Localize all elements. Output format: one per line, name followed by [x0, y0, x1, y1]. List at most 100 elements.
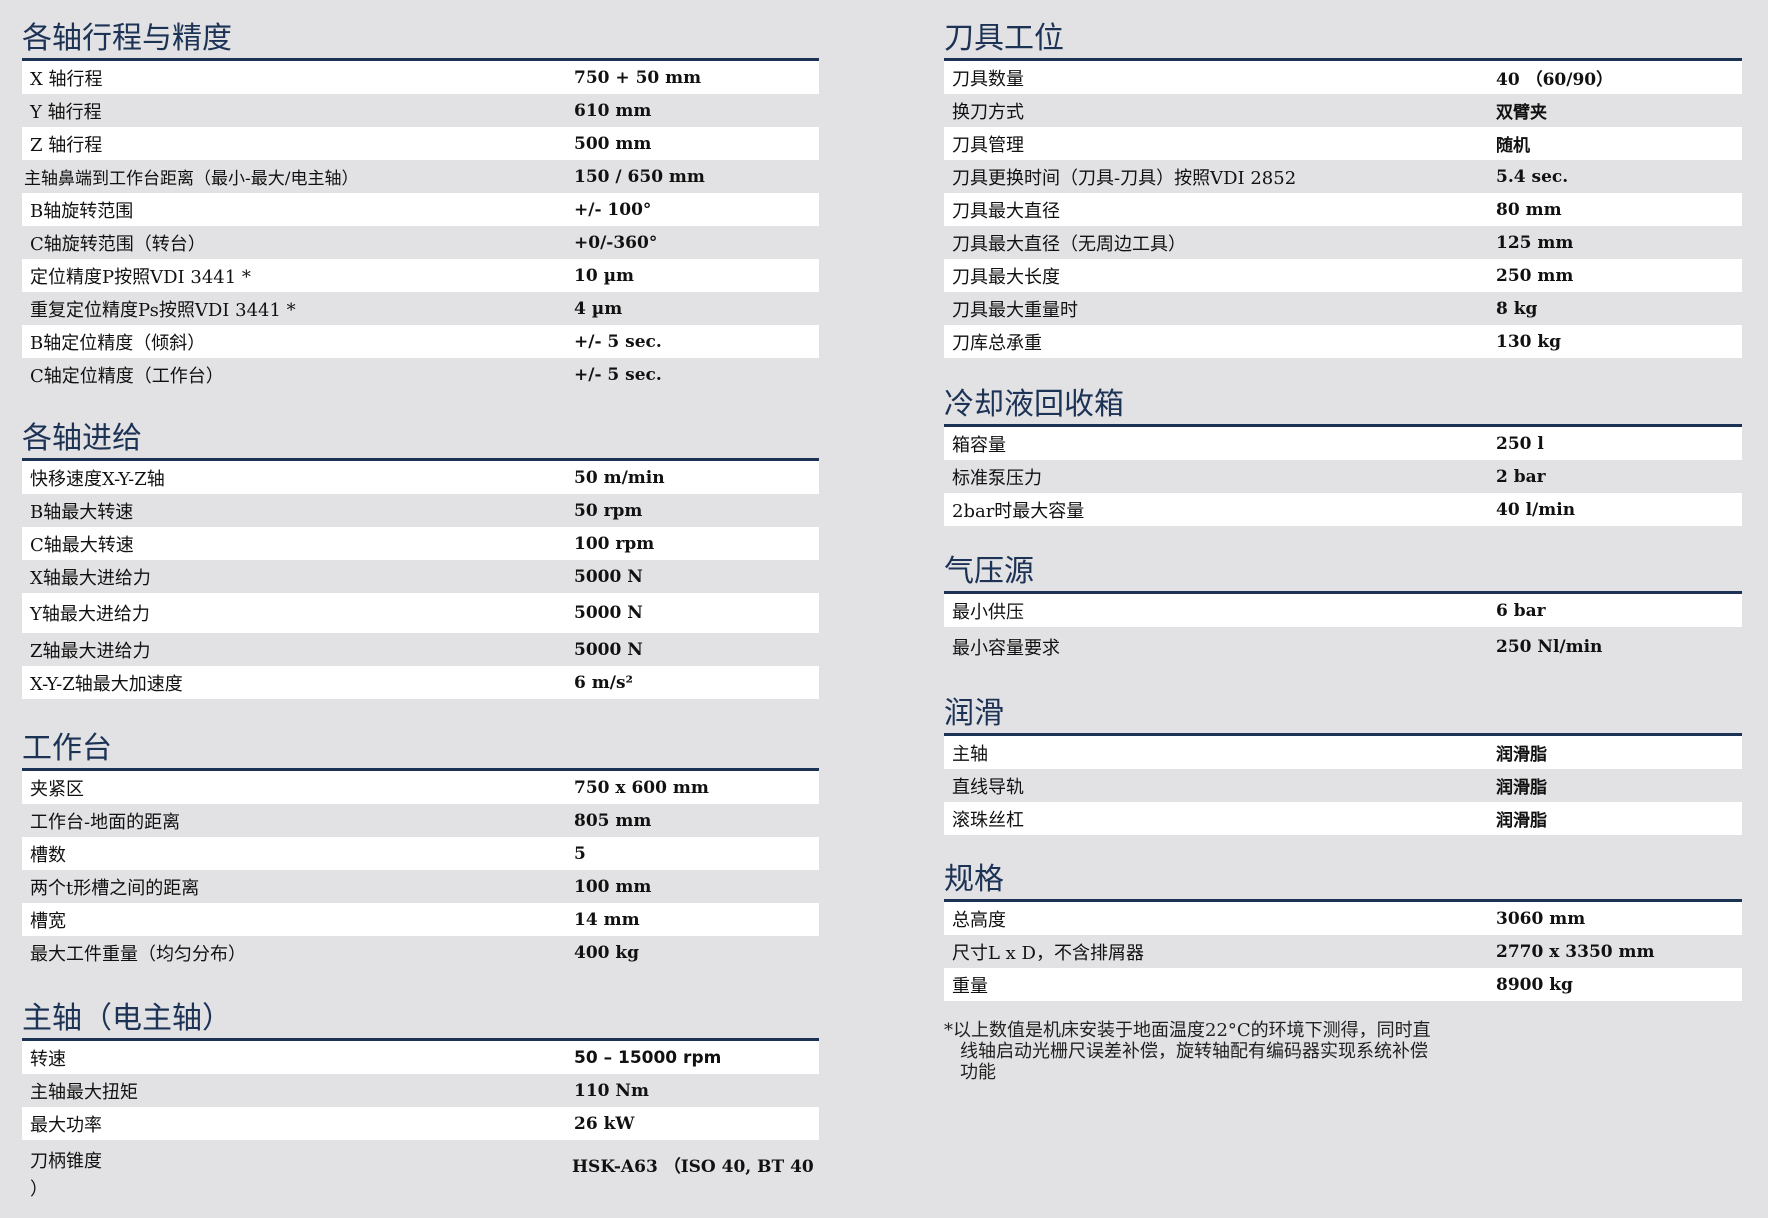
spec-label: 尺寸L x D，不含排屑器	[952, 942, 1144, 964]
spec-value: 10 µm	[574, 265, 635, 286]
spec-row: 最小供压 6 bar	[944, 594, 1742, 627]
spec-value: 750 x 600 mm	[574, 777, 709, 798]
section-title: 各轴进给	[22, 420, 819, 461]
spec-row: B轴定位精度（倾斜） +/- 5 sec.	[22, 325, 819, 358]
section-title: 主轴（电主轴）	[22, 1000, 819, 1041]
spec-label: 换刀方式	[952, 101, 1024, 123]
spec-row: 刀柄锥度 ） HSK-A63 （ISO 40, BT 40	[22, 1140, 819, 1206]
section-tool-station: 刀具工位 刀具数量 40 （60/90） 换刀方式 双臂夹 刀具管理 随机 刀具更换时…	[944, 20, 1742, 358]
spec-label: 刀具数量	[952, 68, 1024, 90]
footnote: *以上数值是机床安装于地面温度22°C的环境下测得，同时直 线轴启动光栅尺误差补…	[944, 1020, 1464, 1083]
spec-value: 8 kg	[1496, 298, 1538, 319]
spec-row: X 轴行程 750 + 50 mm	[22, 61, 819, 94]
spec-row: B轴旋转范围 +/- 100°	[22, 193, 819, 226]
spec-row: 刀具管理 随机	[944, 127, 1742, 160]
spec-row: 转速 50 – 15000 rpm	[22, 1041, 819, 1074]
section-specifications: 规格 总高度 3060 mm 尺寸L x D，不含排屑器 2770 x 3350 m…	[944, 861, 1742, 1001]
spec-row: B轴最大转速 50 rpm	[22, 494, 819, 527]
spec-value: 润滑脂	[1496, 811, 1547, 831]
spec-row: 主轴 润滑脂	[944, 736, 1742, 769]
spec-row: 刀库总承重 130 kg	[944, 325, 1742, 358]
section-worktable: 工作台 夹紧区 750 x 600 mm 工作台-地面的距离 805 mm 槽数 5 …	[22, 730, 819, 969]
spec-row: 总高度 3060 mm	[944, 902, 1742, 935]
spec-value: 805 mm	[574, 810, 652, 831]
spec-value: 6 bar	[1496, 600, 1546, 621]
spec-value: 40 l/min	[1496, 499, 1576, 520]
spec-label: 最大工件重量（均匀分布）	[30, 943, 246, 965]
spec-value: HSK-A63 （ISO 40, BT 40	[572, 1157, 814, 1177]
spec-label: C轴最大转速	[30, 534, 134, 556]
spec-row: 夹紧区 750 x 600 mm	[22, 771, 819, 804]
spec-value: 50 – 15000 rpm	[574, 1047, 722, 1068]
spec-label: Y轴最大进给力	[30, 604, 150, 625]
spec-label: 最大功率	[30, 1114, 102, 1136]
spec-value: 250 Nl/min	[1496, 637, 1603, 657]
spec-row: 最小容量要求 250 Nl/min	[944, 627, 1742, 667]
spec-value: 50 m/min	[574, 467, 665, 488]
spec-row: 刀具更换时间（刀具-刀具）按照VDI 2852 5.4 sec.	[944, 160, 1742, 193]
spec-row: 换刀方式 双臂夹	[944, 94, 1742, 127]
spec-value: 750 + 50 mm	[574, 67, 702, 88]
spec-row: 刀具最大直径 80 mm	[944, 193, 1742, 226]
spec-label: 标准泵压力	[952, 467, 1042, 489]
spec-value: 14 mm	[574, 909, 640, 930]
spec-row: 刀具最大直径（无周边工具） 125 mm	[944, 226, 1742, 259]
spec-label: 槽宽	[30, 910, 66, 932]
spec-row: 工作台-地面的距离 805 mm	[22, 804, 819, 837]
spec-value: +/- 5 sec.	[574, 364, 662, 385]
section-title: 冷却液回收箱	[944, 386, 1742, 427]
spec-label: 滚珠丝杠	[952, 809, 1024, 831]
spec-value: +/- 100°	[574, 199, 652, 220]
spec-value: 250 l	[1496, 433, 1544, 454]
spec-value: 110 Nm	[574, 1080, 649, 1101]
spec-label: B轴定位精度（倾斜）	[30, 332, 206, 354]
spec-row: 槽宽 14 mm	[22, 903, 819, 936]
spec-label: B轴旋转范围	[30, 200, 134, 222]
spec-value: 130 kg	[1496, 331, 1562, 352]
spec-label: B轴最大转速	[30, 501, 134, 523]
spec-row: Y 轴行程 610 mm	[22, 94, 819, 127]
spec-value: 50 rpm	[574, 500, 643, 521]
spec-value: 随机	[1496, 136, 1530, 156]
spec-value: 400 kg	[574, 942, 640, 963]
footnote-line: 功能	[960, 1062, 996, 1083]
spec-value: 5000 N	[574, 566, 643, 587]
spec-value: 6 m/s²	[574, 672, 633, 693]
spec-label: 定位精度P按照VDI 3441 *	[30, 266, 251, 288]
section-axis-travel: 各轴行程与精度 X 轴行程 750 + 50 mm Y 轴行程 610 mm Z 轴…	[22, 20, 819, 391]
spec-row: C轴定位精度（工作台） +/- 5 sec.	[22, 358, 819, 391]
spec-label: 重量	[952, 975, 988, 997]
spec-label: X 轴行程	[30, 68, 103, 90]
footnote-line: 线轴启动光栅尺误差补偿，旋转轴配有编码器实现系统补偿	[960, 1041, 1428, 1062]
spec-row: 主轴最大扭矩 110 Nm	[22, 1074, 819, 1107]
spec-label: 2bar时最大容量	[952, 500, 1085, 522]
spec-label: 主轴鼻端到工作台距离（最小-最大/电主轴）	[24, 169, 359, 189]
spec-row: 尺寸L x D，不含排屑器 2770 x 3350 mm	[944, 935, 1742, 968]
section-coolant-tank: 冷却液回收箱 箱容量 250 l 标准泵压力 2 bar 2bar时最大容量 40 l…	[944, 386, 1742, 526]
spec-row: 槽数 5	[22, 837, 819, 870]
section-title: 各轴行程与精度	[22, 20, 819, 61]
spec-label: C轴定位精度（工作台）	[30, 365, 224, 387]
spec-label: X轴最大进给力	[30, 567, 151, 589]
spec-label: 刀具最大重量时	[952, 299, 1078, 321]
spec-label: 工作台-地面的距离	[30, 811, 181, 833]
spec-row: X轴最大进给力 5000 N	[22, 560, 819, 593]
spec-row: 快移速度X-Y-Z轴 50 m/min	[22, 461, 819, 494]
spec-value: 610 mm	[574, 100, 652, 121]
spec-value: 5000 N	[574, 639, 643, 660]
spec-value: +0/-360°	[574, 232, 658, 253]
spec-row: 最大工件重量（均匀分布） 400 kg	[22, 936, 819, 969]
spec-label: 重复定位精度Ps按照VDI 3441 *	[30, 299, 296, 321]
spec-value: 双臂夹	[1496, 103, 1547, 123]
spec-row: 箱容量 250 l	[944, 427, 1742, 460]
spec-value: 125 mm	[1496, 232, 1574, 253]
spec-label: Z轴最大进给力	[30, 640, 151, 662]
spec-label: 夹紧区	[30, 778, 84, 800]
spec-label: 转速	[30, 1048, 66, 1070]
spec-row: 主轴鼻端到工作台距离（最小-最大/电主轴） 150 / 650 mm	[22, 160, 819, 193]
spec-value: 100 mm	[574, 876, 652, 897]
spec-label: 刀具最大长度	[952, 266, 1060, 288]
spec-row: 刀具数量 40 （60/90）	[944, 61, 1742, 94]
section-title: 规格	[944, 861, 1742, 902]
spec-value: 8900 kg	[1496, 974, 1573, 995]
